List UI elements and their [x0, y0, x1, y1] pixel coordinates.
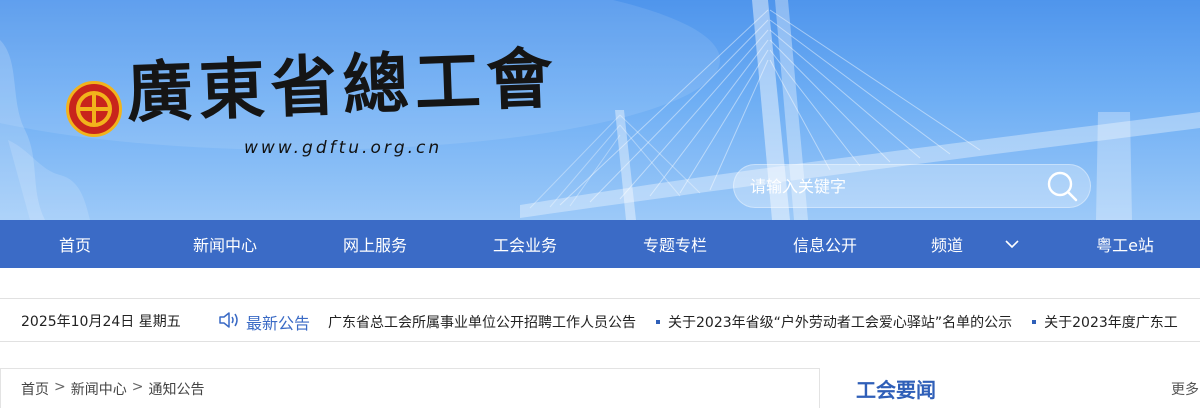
notice-ticker: 广东省总工会所属事业单位公开招聘工作人员公告 关于2023年省级“户外劳动者工会…	[328, 312, 1198, 332]
nav-item-channels[interactable]: 频道	[900, 220, 1050, 268]
notice-bar: 2025年10月24日 星期五 最新公告 广东省总工会所属事业单位公开招聘工作人…	[0, 298, 1200, 342]
nav-item-label: 专题专栏	[642, 236, 707, 255]
notice-item-text: 关于2023年省级“户外劳动者工会爱心驿站”名单的公示	[668, 315, 1013, 331]
speaker-icon	[218, 310, 240, 334]
nav-item-label: 首页	[58, 236, 91, 255]
nav-item-label: 网上服务	[342, 236, 407, 255]
nav-item-topics[interactable]: 专题专栏	[600, 220, 750, 268]
breadcrumb-news[interactable]: 新闻中心	[71, 379, 127, 399]
search-button[interactable]	[1034, 164, 1090, 208]
sidebar-more-link[interactable]: 更多	[1171, 379, 1199, 399]
breadcrumb-notices[interactable]: 通知公告	[148, 379, 204, 399]
bullet-icon	[1032, 320, 1037, 324]
bullet-icon	[656, 320, 660, 324]
nav-item-yuegong-estation[interactable]: 粤工e站	[1050, 220, 1200, 268]
header-banner: 廣東省總工會 www.gdftu.org.cn	[0, 0, 1200, 220]
content-panel: 首页 > 新闻中心 > 通知公告	[0, 368, 820, 408]
chevron-down-icon	[1005, 239, 1019, 249]
search-input[interactable]	[734, 165, 1034, 207]
site-logo-text[interactable]: 廣東省總工會	[125, 39, 559, 132]
search-icon	[1047, 171, 1078, 202]
nav-item-home[interactable]: 首页	[0, 220, 150, 268]
nav-item-label: 频道	[930, 236, 963, 255]
notice-item[interactable]: 关于2023年度广东工	[1032, 312, 1178, 332]
site-url: www.gdftu.org.cn	[244, 138, 443, 158]
notice-item[interactable]: 关于2023年省级“户外劳动者工会爱心驿站”名单的公示	[656, 312, 1012, 332]
sidebar-title: 工会要闻	[856, 378, 936, 402]
breadcrumb-separator: >	[54, 379, 66, 395]
nav-item-news[interactable]: 新闻中心	[150, 220, 300, 268]
breadcrumb-home[interactable]: 首页	[21, 379, 49, 399]
nav-item-label: 工会业务	[492, 236, 557, 255]
nav-item-label: 新闻中心	[192, 236, 257, 255]
nav-item-info-disclosure[interactable]: 信息公开	[750, 220, 900, 268]
search-box	[733, 164, 1091, 208]
nav-item-label: 信息公开	[792, 236, 857, 255]
latest-notice-label: 最新公告	[246, 314, 311, 333]
current-date: 2025年10月24日 星期五	[21, 314, 181, 330]
breadcrumb: 首页 > 新闻中心 > 通知公告	[21, 379, 204, 399]
union-emblem-icon	[66, 81, 122, 137]
breadcrumb-separator: >	[131, 379, 144, 395]
notice-item-text: 关于2023年度广东工	[1044, 315, 1178, 331]
main-nav: 首页 新闻中心 网上服务 工会业务 专题专栏 信息公开 频道 粤工e站	[0, 220, 1200, 268]
nav-item-union-business[interactable]: 工会业务	[450, 220, 600, 268]
nav-item-label: 粤工e站	[1096, 236, 1154, 255]
notice-item[interactable]: 广东省总工会所属事业单位公开招聘工作人员公告	[328, 312, 636, 332]
notice-item-text: 广东省总工会所属事业单位公开招聘工作人员公告	[328, 315, 636, 331]
nav-item-online-service[interactable]: 网上服务	[300, 220, 450, 268]
